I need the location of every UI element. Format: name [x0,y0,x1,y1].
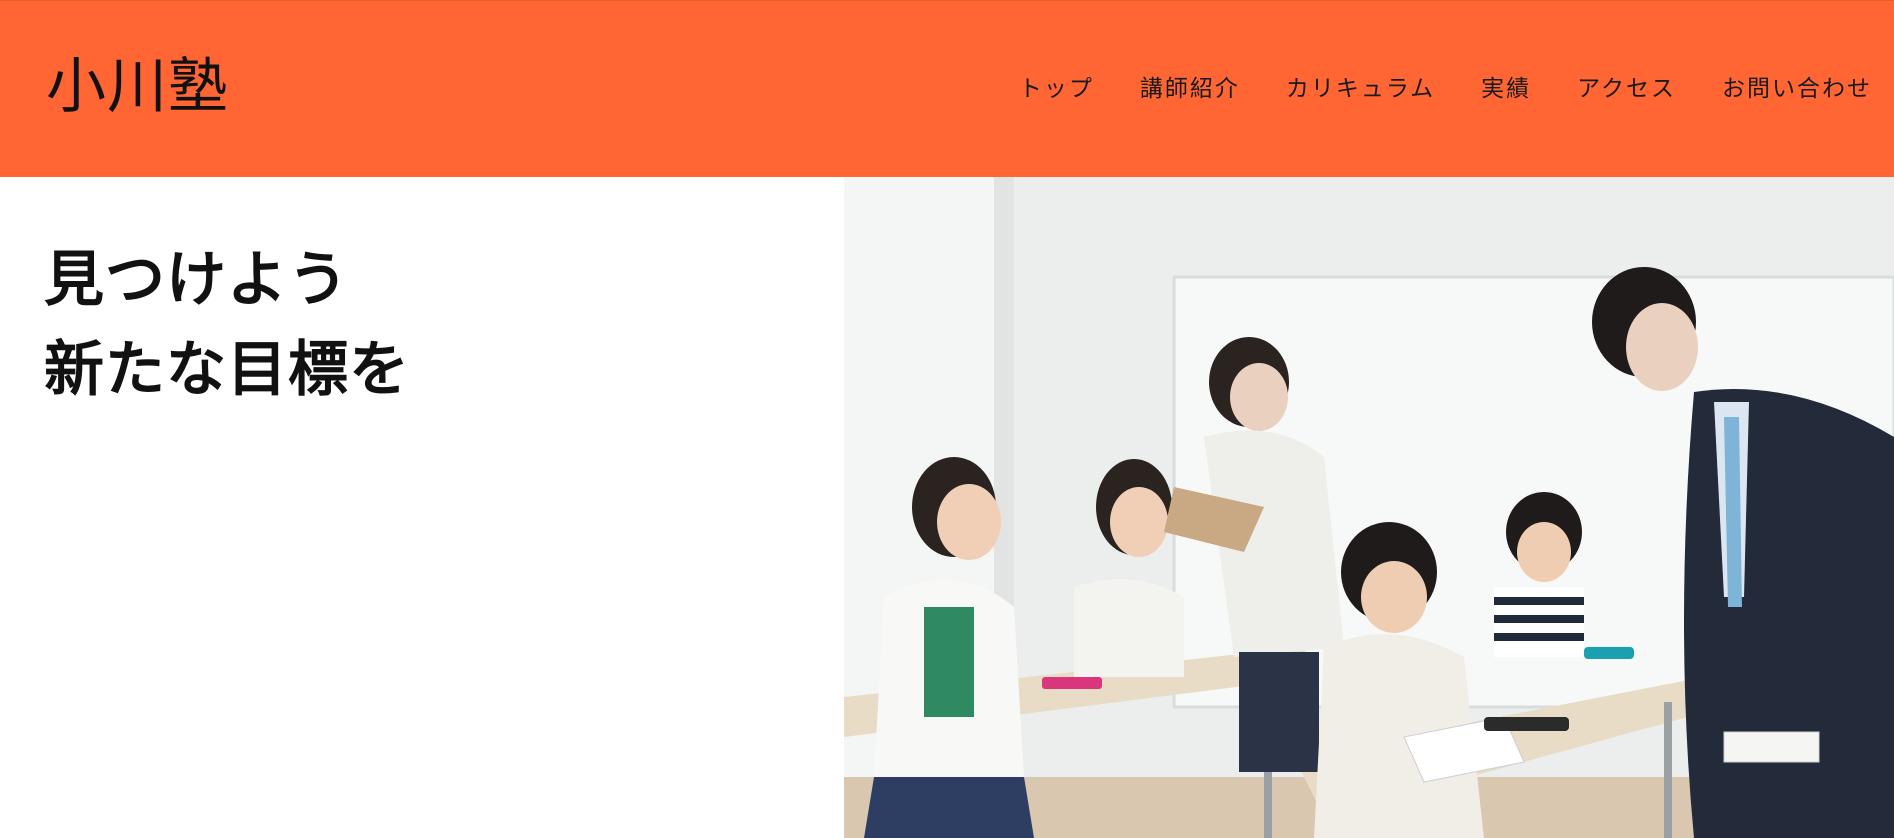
hero-headline-line-1: 見つけよう [44,245,349,315]
hero-headline-line-2: 新たな目標を [44,335,410,405]
classroom-illustration [844,177,1894,838]
nav-item-access[interactable]: アクセス [1577,71,1676,107]
nav-item-curriculum[interactable]: カリキュラム [1286,71,1435,107]
hero-headline: 見つけよう 新たな目標を [44,235,410,415]
nav-item-results[interactable]: 実績 [1481,71,1531,107]
nav-item-contact[interactable]: お問い合わせ [1722,71,1872,107]
nav-item-instructors[interactable]: 講師紹介 [1140,71,1240,107]
hero-classroom-photo [844,177,1894,838]
site-logo[interactable]: 小川塾 [46,51,229,123]
nav-item-top[interactable]: トップ [1019,71,1094,107]
hero-text-panel: 見つけよう 新たな目標を [0,177,844,838]
main-nav: トップ 講師紹介 カリキュラム 実績 アクセス お問い合わせ [1019,71,1872,107]
site-header: 小川塾 トップ 講師紹介 カリキュラム 実績 アクセス お問い合わせ [0,0,1894,177]
